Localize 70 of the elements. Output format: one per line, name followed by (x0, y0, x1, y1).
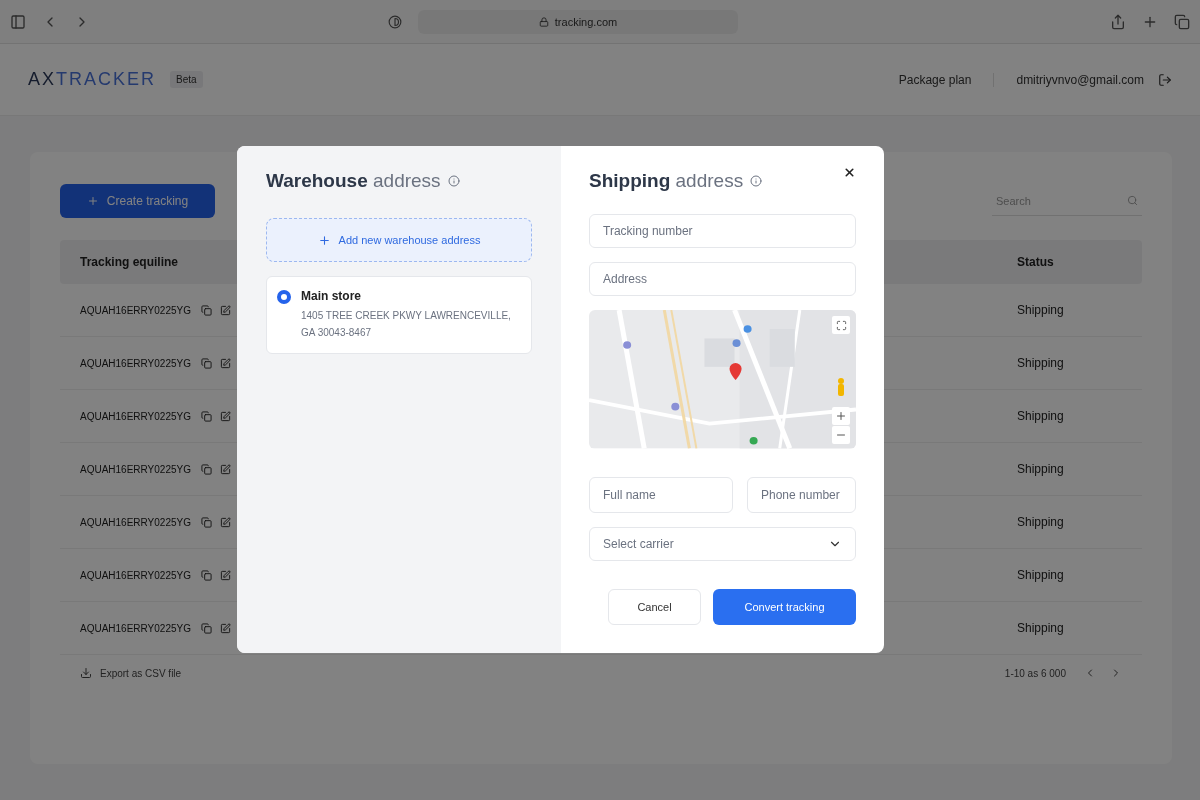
zoom-in-button[interactable] (832, 407, 850, 426)
close-icon (843, 166, 856, 179)
edit-icon[interactable] (220, 410, 231, 422)
table-cell-text: Shipping (1017, 409, 1065, 423)
table-cell-text: Shipping (1017, 356, 1065, 370)
radio-button[interactable] (277, 290, 291, 304)
address-card[interactable]: Main store 1405 TREE CREEK PKWY LAWRENCEVILLE, GA 30043-8467 (266, 276, 532, 354)
info-icon (750, 175, 763, 187)
info-icon (447, 175, 460, 187)
table-cell: AQUAH16ERRY0225YG (80, 463, 191, 475)
download-icon (80, 667, 92, 679)
copy-icon[interactable] (201, 410, 212, 422)
address-name: Main store (301, 289, 362, 303)
input-field[interactable]: Address (589, 262, 856, 297)
export-link[interactable]: Export as CSV file (100, 667, 182, 679)
section-title: Warehouse address (266, 170, 441, 192)
table-cell: AQUAH16ERRY0225YG (80, 357, 191, 369)
create-tracking-button[interactable]: Create tracking (60, 184, 215, 218)
tabs-icon[interactable] (1174, 13, 1190, 30)
table-cell: AQUAH16ERRY0225YG (80, 622, 191, 634)
contrast-icon[interactable] (388, 14, 402, 29)
edit-icon[interactable] (220, 304, 231, 316)
copy-icon[interactable] (201, 622, 212, 634)
share-icon[interactable] (1110, 13, 1126, 30)
sidebar-icon[interactable] (10, 13, 26, 30)
url-text: tracking.com (554, 15, 618, 28)
table-cell-text: Shipping (1017, 568, 1065, 582)
add-address-button[interactable]: Add new warehouse address (266, 218, 532, 262)
edit-icon[interactable] (220, 516, 231, 528)
section-title: Shipping address (589, 170, 744, 192)
edit-icon[interactable] (220, 357, 231, 369)
plan-link[interactable]: Package plan (898, 72, 995, 87)
plus-icon (317, 233, 331, 247)
search-icon (1127, 195, 1138, 206)
column-header: Tracking equiline (80, 255, 179, 269)
copy-icon[interactable] (201, 357, 212, 369)
address-text: 1405 TREE CREEK PKWY LAWRENCEVILLE, GA 30043-8467 (301, 309, 512, 340)
fullscreen-button[interactable] (832, 316, 850, 335)
logo: AXTRACKER (28, 69, 157, 90)
copy-icon[interactable] (201, 304, 212, 316)
copy-icon[interactable] (201, 516, 212, 528)
carrier-select[interactable]: Select carrier (589, 526, 856, 561)
logout-icon[interactable] (1158, 72, 1172, 87)
plus-icon (86, 195, 99, 207)
user-email: dmitriyvnvo@gmail.com (1016, 72, 1144, 87)
table-cell: AQUAH16ERRY0225YG (80, 569, 191, 581)
pagination-text: 1-10 as 6 000 (1004, 667, 1066, 679)
table-cell-text: Shipping (1017, 462, 1065, 476)
cancel-button[interactable]: Cancel (608, 589, 701, 625)
table-cell-text: Shipping (1017, 515, 1065, 529)
table-cell: AQUAH16ERRY0225YG (80, 516, 191, 528)
input-field[interactable]: Phone number (747, 476, 856, 513)
copy-icon[interactable] (201, 569, 212, 581)
zoom-out-button[interactable] (832, 426, 850, 445)
beta-badge: Beta (170, 71, 203, 88)
table-cell-text: Shipping (1017, 621, 1065, 635)
input-field[interactable]: Tracking number (589, 214, 856, 249)
plus-icon (835, 410, 847, 423)
lock-icon (538, 16, 549, 27)
column-header: Status (1017, 255, 1055, 269)
table-cell-text: Shipping (1017, 303, 1065, 317)
edit-icon[interactable] (220, 463, 231, 475)
table-cell: AQUAH16ERRY0225YG (80, 304, 191, 316)
input-field[interactable]: Full name (589, 476, 733, 513)
convert-tracking-button[interactable]: Convert tracking (713, 589, 856, 625)
edit-icon[interactable] (220, 622, 231, 634)
edit-icon[interactable] (220, 569, 231, 581)
table-cell: AQUAH16ERRY0225YG (80, 410, 191, 422)
address-bar[interactable]: tracking.com (418, 9, 738, 34)
copy-icon[interactable] (201, 463, 212, 475)
